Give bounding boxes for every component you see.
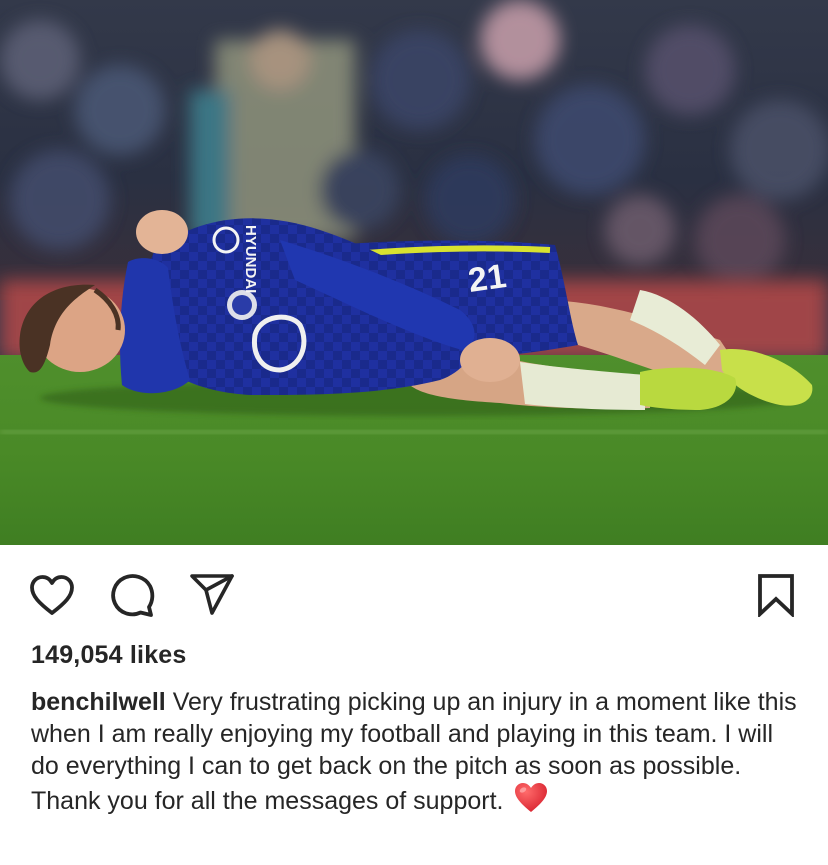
heart-outline-icon — [30, 575, 74, 615]
like-button[interactable] — [28, 571, 76, 619]
post-photo[interactable]: 21 HYUNDAI — [0, 0, 828, 545]
red-heart-emoji — [514, 782, 548, 822]
bookmark-icon — [758, 574, 794, 617]
share-button[interactable] — [188, 571, 236, 619]
likes-count[interactable]: 149,054 likes — [31, 641, 187, 670]
save-button[interactable] — [752, 571, 800, 619]
post-photo-illustration: 21 HYUNDAI — [0, 0, 828, 545]
post-action-bar — [0, 545, 828, 645]
instagram-post: 21 HYUNDAI 149,054 likes benchilwell Ver… — [0, 0, 828, 865]
paper-plane-icon — [190, 574, 234, 615]
speech-bubble-icon — [111, 574, 155, 617]
caption-username[interactable]: benchilwell — [31, 688, 166, 716]
red-heart-icon — [515, 783, 548, 812]
shirt-sponsor: HYUNDAI — [242, 225, 259, 293]
shirt-number: 21 — [466, 257, 509, 300]
comment-button[interactable] — [108, 571, 156, 619]
post-caption: benchilwell Very frustrating picking up … — [31, 686, 801, 822]
